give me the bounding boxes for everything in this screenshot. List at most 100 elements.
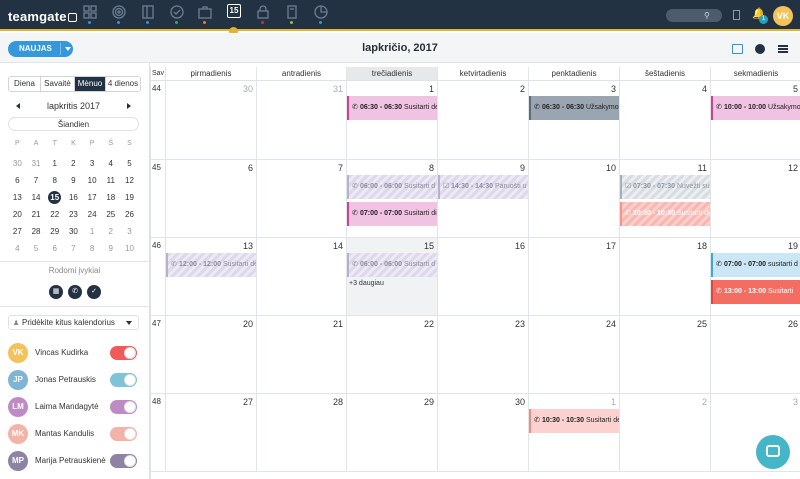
mini-day[interactable]: 4 (8, 240, 27, 257)
day-cell[interactable]: 29 (346, 394, 437, 472)
briefcase-icon[interactable] (198, 5, 212, 19)
mini-day[interactable]: 17 (83, 189, 102, 206)
calendar-toggle[interactable] (110, 400, 137, 414)
calendar-event[interactable]: ☑ 14:30 - 14:30 Paruošti u (438, 175, 528, 199)
day-cell[interactable]: 30 (165, 81, 256, 160)
day-cell[interactable]: 11 (619, 160, 710, 238)
mini-day[interactable]: 30 (64, 223, 83, 240)
day-cell[interactable]: 30 (437, 394, 528, 472)
documents-icon[interactable] (285, 5, 299, 19)
mini-day[interactable]: 15 (45, 189, 64, 206)
day-cell[interactable]: 31 (256, 81, 346, 160)
calendar-event[interactable]: ✆ 07:00 - 07:00 susitarti d (711, 253, 800, 277)
calendar-event[interactable]: ✆ 10:30 - 10:30 Susitarti di (620, 202, 710, 226)
mini-day[interactable]: 4 (101, 155, 120, 172)
tab-week[interactable]: Savaitė (41, 77, 75, 91)
target-icon[interactable] (112, 5, 126, 19)
calendar-event[interactable]: ✆ 06:00 - 06:00 Susitarti d (347, 253, 437, 277)
day-cell[interactable]: 5 (710, 81, 800, 160)
day-cell[interactable]: 3 (528, 81, 619, 160)
day-cell[interactable]: 12 (710, 160, 800, 238)
calendar-event[interactable]: ✆ 10:00 - 10:00 Užsakymo (711, 96, 800, 120)
more-events-link[interactable]: +3 daugiau (349, 280, 384, 287)
calendar-icon[interactable]: 15 (227, 4, 241, 18)
mini-day[interactable]: 7 (27, 172, 46, 189)
mini-day[interactable]: 6 (8, 172, 27, 189)
day-cell[interactable]: 18 (619, 238, 710, 316)
calendar-event[interactable]: ✆ 06:30 - 06:30 Susitarti dė (347, 96, 437, 120)
mini-day[interactable]: 23 (64, 206, 83, 223)
mini-day[interactable]: 9 (101, 240, 120, 257)
mini-day[interactable]: 7 (64, 240, 83, 257)
mini-day[interactable]: 31 (27, 155, 46, 172)
contacts-icon[interactable] (141, 5, 155, 19)
mini-day[interactable]: 10 (83, 172, 102, 189)
mini-day[interactable]: 12 (120, 172, 139, 189)
mini-day[interactable]: 24 (83, 206, 102, 223)
mini-day[interactable]: 18 (101, 189, 120, 206)
search-icon[interactable]: ⚲ (704, 11, 710, 20)
day-cell[interactable]: 6 (165, 160, 256, 238)
mini-day[interactable]: 5 (120, 155, 139, 172)
day-cell[interactable]: 10 (528, 160, 619, 238)
calendar-event[interactable]: ☑ 07:30 - 07:30 Nuvežti su (620, 175, 710, 199)
calendar-toggle[interactable] (110, 373, 137, 387)
dashboard-icon[interactable] (83, 5, 97, 19)
day-cell[interactable]: 27 (165, 394, 256, 472)
clock-icon[interactable] (755, 44, 765, 54)
calendar-event[interactable]: ✆ 06:00 - 06:00 Susitarti d (347, 175, 437, 199)
day-cell[interactable]: 4 (619, 81, 710, 160)
mini-day[interactable]: 20 (8, 206, 27, 223)
mini-day[interactable]: 28 (27, 223, 46, 240)
mini-day[interactable]: 8 (83, 240, 102, 257)
day-cell[interactable]: 23 (437, 316, 528, 394)
mini-day[interactable]: 9 (64, 172, 83, 189)
mini-day[interactable]: 29 (45, 223, 64, 240)
call-icon[interactable]: ✆ (68, 285, 82, 299)
phone-icon[interactable] (733, 10, 740, 20)
task-icon[interactable]: ✓ (87, 285, 101, 299)
mini-day[interactable]: 16 (64, 189, 83, 206)
calendar-view-icon[interactable] (732, 44, 743, 54)
mini-day[interactable]: 1 (83, 223, 102, 240)
calendar-event[interactable]: ✆ 10:30 - 10:30 Susitarti dė (529, 409, 619, 433)
mini-day[interactable]: 22 (45, 206, 64, 223)
calendar-toggle[interactable] (110, 427, 137, 441)
mini-day[interactable]: 26 (120, 206, 139, 223)
user-avatar[interactable]: VK (773, 6, 793, 26)
day-cell[interactable]: 22 (346, 316, 437, 394)
chevron-left-icon[interactable] (16, 103, 20, 109)
today-button[interactable]: Šiandien (8, 117, 139, 131)
calendar-toggle[interactable] (110, 454, 137, 468)
reports-icon[interactable] (314, 5, 328, 19)
deals-icon[interactable] (170, 5, 184, 19)
mini-day[interactable]: 11 (101, 172, 120, 189)
day-cell[interactable]: 2 (619, 394, 710, 472)
mini-day[interactable]: 13 (8, 189, 27, 206)
calendar-toggle[interactable] (110, 346, 137, 360)
day-cell[interactable]: 13 (165, 238, 256, 316)
day-cell[interactable]: 25 (619, 316, 710, 394)
mini-day[interactable]: 2 (64, 155, 83, 172)
menu-icon[interactable] (778, 45, 788, 53)
mini-day[interactable]: 27 (8, 223, 27, 240)
search-input[interactable] (666, 9, 722, 22)
calendar-event[interactable]: ✆ 12:00 - 12:00 Susitarti dė (166, 253, 256, 277)
day-cell[interactable]: 15 (346, 238, 437, 316)
teamgate-logo[interactable]: teamgate (8, 9, 77, 24)
mini-day[interactable]: 30 (8, 155, 27, 172)
day-cell[interactable]: 17 (528, 238, 619, 316)
day-cell[interactable]: 9 (437, 160, 528, 238)
day-cell[interactable]: 21 (256, 316, 346, 394)
mini-day[interactable]: 3 (120, 223, 139, 240)
calendar-event[interactable]: ✆ 07:00 - 07:00 Susitarti di (347, 202, 437, 226)
day-cell[interactable]: 1 (528, 394, 619, 472)
day-cell[interactable]: 19 (710, 238, 800, 316)
day-cell[interactable]: 16 (437, 238, 528, 316)
day-cell[interactable]: 8 (346, 160, 437, 238)
day-cell[interactable]: 24 (528, 316, 619, 394)
chevron-right-icon[interactable] (127, 103, 131, 109)
day-cell[interactable]: 20 (165, 316, 256, 394)
mini-day[interactable]: 2 (101, 223, 120, 240)
mini-day[interactable]: 6 (45, 240, 64, 257)
